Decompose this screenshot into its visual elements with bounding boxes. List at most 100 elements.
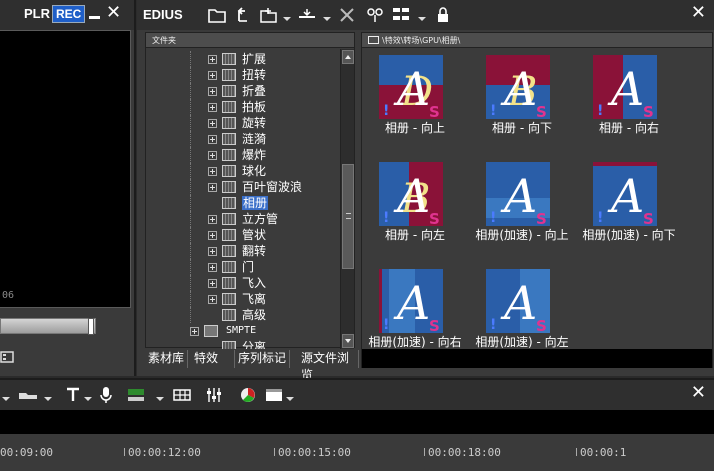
lock-icon[interactable] [433, 5, 453, 25]
scroll-thumb[interactable] [342, 164, 354, 269]
tree-item[interactable]: 相册 [146, 195, 342, 211]
mixer-icon[interactable] [204, 385, 224, 405]
tree-item-label: 立方管 [242, 212, 279, 226]
expand-icon[interactable] [208, 295, 217, 304]
tree-item-label: 百叶窗波浪 [242, 180, 303, 194]
scroll-down-icon[interactable] [342, 334, 354, 348]
tree-item[interactable]: 旋转 [146, 115, 342, 131]
expand-icon[interactable] [208, 55, 217, 64]
tree-item[interactable]: 翻转 [146, 243, 342, 259]
add-clip-icon[interactable] [259, 5, 279, 25]
tab-bin[interactable]: 素材库 [145, 350, 189, 368]
effect-caption: 相册(加速) - 向右 [368, 335, 462, 349]
effect-tile[interactable]: A! S 相册(加速) - 向下 [576, 158, 682, 258]
shuttle-slider[interactable] [0, 318, 96, 334]
effect-folder-icon [222, 69, 236, 81]
svg-text:A: A [393, 62, 430, 116]
sync-icon[interactable] [126, 385, 146, 405]
tree-item[interactable]: 涟漪 [146, 131, 342, 147]
timeline-track-area[interactable] [0, 410, 714, 434]
microphone-icon[interactable] [96, 385, 116, 405]
tree-item[interactable]: 飞离 [146, 291, 342, 307]
view-mode-caret[interactable] [418, 17, 426, 21]
tree-item[interactable]: 球化 [146, 163, 342, 179]
expand-icon[interactable] [208, 167, 217, 176]
tree-item[interactable]: 折叠 [146, 83, 342, 99]
sync-caret[interactable] [156, 397, 164, 401]
color-correction-icon[interactable] [238, 385, 258, 405]
tree-item[interactable]: 飞入 [146, 275, 342, 291]
tab-sequence-markers[interactable]: 序列标记 [235, 350, 291, 368]
svg-text:S: S [643, 103, 654, 119]
expand-icon[interactable] [208, 151, 217, 160]
export-caret[interactable] [286, 397, 294, 401]
rec-toggle[interactable]: REC [52, 5, 86, 23]
layout-icon[interactable] [18, 385, 38, 405]
folder-icon[interactable] [207, 5, 227, 25]
expand-icon[interactable] [208, 247, 217, 256]
effect-folder-icon [222, 133, 236, 145]
tree-item[interactable]: 百叶窗波浪 [146, 179, 342, 195]
ruler-tick [576, 448, 577, 456]
scroll-up-icon[interactable] [342, 50, 354, 64]
tree-guide-line [190, 67, 191, 83]
title-icon[interactable] [64, 385, 84, 405]
expand-icon[interactable] [208, 103, 217, 112]
folder-icon [368, 36, 379, 44]
expand-icon[interactable] [208, 71, 217, 80]
minimize-button[interactable] [88, 6, 102, 22]
playback-options-icon[interactable] [0, 348, 22, 370]
tree-item-label: SMPTE [226, 325, 257, 336]
up-level-icon[interactable] [233, 5, 253, 25]
properties-icon[interactable] [365, 5, 385, 25]
collapse-icon[interactable] [190, 327, 199, 336]
tree-item[interactable]: 拍板 [146, 99, 342, 115]
tree-item[interactable]: 扭转 [146, 67, 342, 83]
effect-tile[interactable]: A! S 相册 - 向右 [576, 51, 682, 151]
delete-icon[interactable] [337, 5, 357, 25]
close-icon[interactable]: ✕ [691, 383, 706, 403]
tree-item[interactable]: 高级 [146, 307, 342, 323]
layout-caret[interactable] [44, 397, 52, 401]
svg-text:A: A [607, 169, 644, 223]
expand-icon[interactable] [208, 119, 217, 128]
add-clip-dropdown-caret[interactable] [283, 17, 291, 21]
shuttle-slider-knob[interactable] [88, 318, 94, 335]
mode-dropdown-caret[interactable] [2, 397, 10, 401]
title-caret[interactable] [84, 397, 92, 401]
tree-item[interactable]: 立方管 [146, 211, 342, 227]
effect-tile[interactable]: A! S 相册(加速) - 向上 [469, 158, 575, 258]
tree-item[interactable]: 分离 [146, 339, 342, 349]
tree-item[interactable]: 扩展 [146, 51, 342, 67]
expand-icon[interactable] [208, 279, 217, 288]
view-mode-icon[interactable] [391, 5, 411, 25]
ruler-tick [274, 448, 275, 456]
folder-tree-scrollbar[interactable] [340, 49, 354, 349]
tree-guide-line [190, 227, 191, 243]
add-to-timeline-caret[interactable] [323, 17, 331, 21]
tab-effects[interactable]: 特效 [191, 350, 235, 368]
tree-item[interactable]: SMPTE [146, 323, 342, 339]
close-icon[interactable]: ✕ [691, 3, 706, 23]
tab-source-browser[interactable]: 源文件浏览 [298, 350, 359, 382]
expand-icon[interactable] [208, 183, 217, 192]
effect-tile[interactable]: D A! S 相册 - 向上 [362, 51, 468, 151]
tree-item[interactable]: 管状 [146, 227, 342, 243]
export-icon[interactable] [264, 385, 284, 405]
tree-item[interactable]: 爆炸 [146, 147, 342, 163]
close-icon[interactable]: ✕ [106, 3, 121, 23]
expand-icon[interactable] [208, 135, 217, 144]
timeline-ruler[interactable]: 00:09:00 00:00:12:00 00:00:15:00 00:00:1… [0, 434, 714, 471]
expand-icon[interactable] [208, 215, 217, 224]
effect-tile[interactable]: B A! S 相册 - 向下 [469, 51, 575, 151]
storyboard-icon[interactable] [172, 385, 192, 405]
effect-tile[interactable]: B A! S 相册 - 向左 [362, 158, 468, 258]
expand-icon[interactable] [208, 87, 217, 96]
tree-guide-line [190, 99, 191, 115]
add-to-timeline-icon[interactable] [297, 5, 317, 25]
svg-text:!: ! [383, 210, 389, 226]
plr-toggle[interactable]: PLR [24, 6, 50, 21]
expand-icon[interactable] [208, 231, 217, 240]
expand-icon[interactable] [208, 263, 217, 272]
tree-item[interactable]: 门 [146, 259, 342, 275]
